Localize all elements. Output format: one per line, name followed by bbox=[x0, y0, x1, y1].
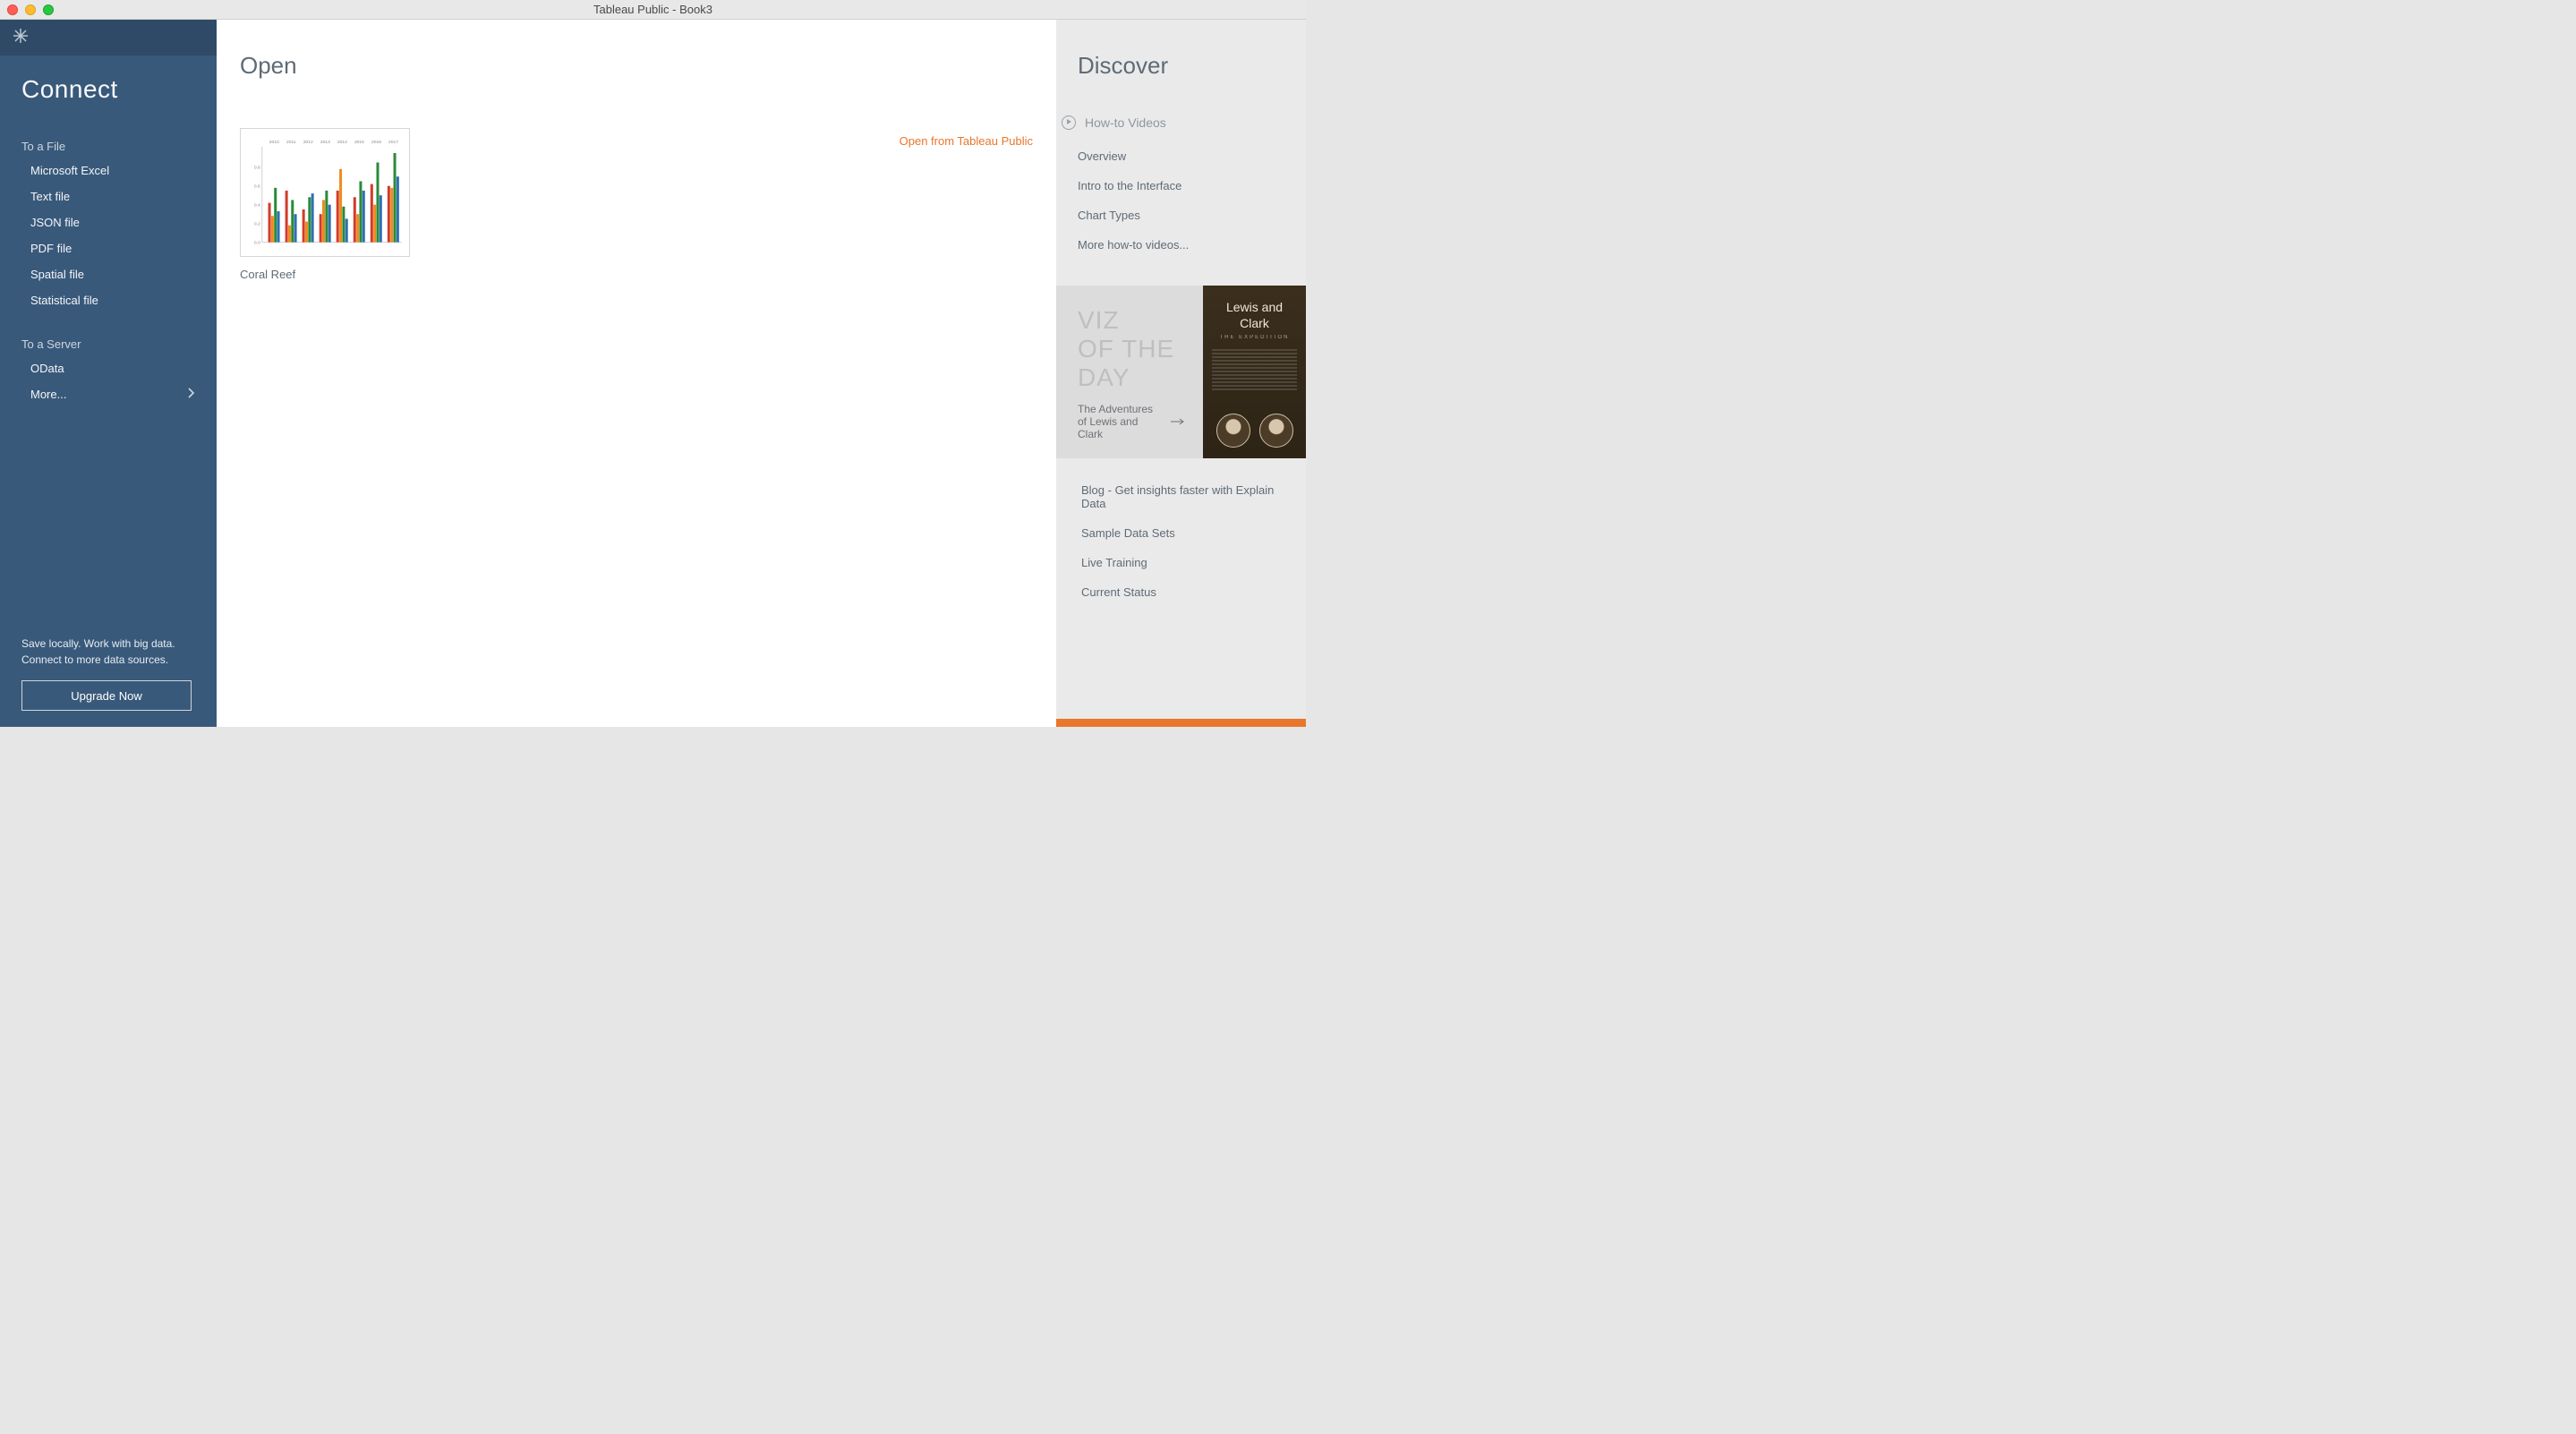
play-icon bbox=[1062, 115, 1076, 130]
footer-accent-strip bbox=[1056, 719, 1306, 727]
app-window: Tableau Public - Book3 Connect To a File… bbox=[0, 0, 1306, 727]
sidebar-content: Connect To a File Microsoft Excel Text f… bbox=[0, 55, 217, 727]
svg-text:2013: 2013 bbox=[320, 140, 330, 145]
howto-section-header: How-to Videos bbox=[1062, 115, 1284, 130]
discover-heading: Discover bbox=[1078, 52, 1284, 80]
svg-text:0.0: 0.0 bbox=[254, 241, 260, 246]
sidebar-item-statistical-file[interactable]: Statistical file bbox=[21, 294, 195, 307]
workbook-thumbnail: 2010 2011 2012 2013 2014 2015 2016 2017 0.0 0.2 0.… bbox=[240, 128, 410, 281]
sidebar-item-json-file[interactable]: JSON file bbox=[21, 216, 195, 229]
titlebar: Tableau Public - Book3 bbox=[0, 0, 1306, 20]
lower-link-sample-data[interactable]: Sample Data Sets bbox=[1081, 526, 1286, 540]
open-column: Open Open from Tableau Public 2010201120… bbox=[217, 20, 1056, 727]
votd-cover: Lewis and Clark THE EXPEDITION bbox=[1203, 286, 1306, 458]
portrait-icon bbox=[1216, 414, 1250, 448]
howto-link-chart-types[interactable]: Chart Types bbox=[1078, 209, 1284, 222]
svg-text:2011: 2011 bbox=[286, 140, 296, 145]
sidebar-item-label: JSON file bbox=[30, 216, 80, 229]
chevron-right-icon bbox=[188, 388, 195, 401]
server-section-title: To a Server bbox=[21, 337, 195, 351]
lower-link-blog[interactable]: Blog - Get insights faster with Explain … bbox=[1081, 483, 1286, 510]
main-area: Open Open from Tableau Public 2010201120… bbox=[217, 20, 1306, 727]
sidebar-item-label: Statistical file bbox=[30, 294, 98, 307]
portrait-icon bbox=[1259, 414, 1293, 448]
svg-text:2017: 2017 bbox=[388, 140, 398, 145]
lower-link-live-training[interactable]: Live Training bbox=[1081, 556, 1286, 569]
sidebar-item-excel[interactable]: Microsoft Excel bbox=[21, 164, 195, 177]
sidebar-item-text-file[interactable]: Text file bbox=[21, 190, 195, 203]
bar-chart-preview-icon: 2010 2011 2012 2013 2014 2015 2016 2017 0.0 0.2 0.… bbox=[241, 129, 409, 256]
sidebar-item-label: PDF file bbox=[30, 242, 72, 255]
svg-text:2012: 2012 bbox=[303, 140, 313, 145]
sidebar-item-label: OData bbox=[30, 362, 64, 375]
lower-link-current-status[interactable]: Current Status bbox=[1081, 585, 1286, 599]
sidebar-heading: Connect bbox=[21, 75, 195, 104]
sidebar-item-odata[interactable]: OData bbox=[21, 362, 195, 375]
window-title: Tableau Public - Book3 bbox=[0, 3, 1306, 16]
howto-links: Overview Intro to the Interface Chart Ty… bbox=[1078, 149, 1284, 252]
votd-portraits bbox=[1216, 414, 1293, 448]
upgrade-button[interactable]: Upgrade Now bbox=[21, 680, 192, 711]
votd-left: VIZ OF THE DAY The Adventures of Lewis a… bbox=[1056, 286, 1203, 458]
workbook-thumbnail-image[interactable]: 2010 2011 2012 2013 2014 2015 2016 2017 0.0 0.2 0.… bbox=[240, 128, 410, 257]
sidebar-item-spatial-file[interactable]: Spatial file bbox=[21, 268, 195, 281]
howto-title: How-to Videos bbox=[1085, 115, 1166, 130]
file-items: Microsoft Excel Text file JSON file PDF … bbox=[21, 164, 195, 307]
thumbnails: 2010 2011 2012 2013 2014 2015 2016 2017 0.0 0.2 0.… bbox=[240, 128, 1033, 281]
svg-text:0.4: 0.4 bbox=[254, 203, 260, 209]
brand-row bbox=[0, 20, 217, 55]
discover-column: Discover How-to Videos Overview Intro to… bbox=[1056, 20, 1306, 727]
open-from-public-link[interactable]: Open from Tableau Public bbox=[900, 134, 1033, 148]
svg-text:2016: 2016 bbox=[371, 140, 381, 145]
arrow-right-icon bbox=[1171, 415, 1185, 428]
server-items: OData More... bbox=[21, 362, 195, 401]
howto-link-overview[interactable]: Overview bbox=[1078, 149, 1284, 163]
votd-cover-title: Lewis and Clark bbox=[1212, 300, 1297, 331]
sidebar-item-label: More... bbox=[30, 388, 66, 401]
votd-big-text: VIZ OF THE DAY bbox=[1078, 307, 1185, 392]
sidebar-item-label: Spatial file bbox=[30, 268, 84, 281]
votd-cover-subtitle: THE EXPEDITION bbox=[1219, 335, 1289, 340]
app-body: Connect To a File Microsoft Excel Text f… bbox=[0, 20, 1306, 727]
svg-text:2014: 2014 bbox=[337, 140, 347, 145]
svg-text:0.8: 0.8 bbox=[254, 166, 260, 171]
file-section-title: To a File bbox=[21, 140, 195, 153]
viz-of-the-day-card[interactable]: VIZ OF THE DAY The Adventures of Lewis a… bbox=[1056, 286, 1306, 458]
open-heading: Open bbox=[240, 52, 1033, 80]
sidebar: Connect To a File Microsoft Excel Text f… bbox=[0, 20, 217, 727]
sidebar-item-label: Microsoft Excel bbox=[30, 164, 109, 177]
votd-subtitle: The Adventures of Lewis and Clark bbox=[1078, 403, 1185, 440]
svg-text:0.2: 0.2 bbox=[254, 222, 260, 227]
svg-text:2010: 2010 bbox=[269, 140, 279, 145]
sidebar-item-label: Text file bbox=[30, 190, 70, 203]
sidebar-item-pdf-file[interactable]: PDF file bbox=[21, 242, 195, 255]
sidebar-item-more[interactable]: More... bbox=[21, 388, 195, 401]
howto-link-more[interactable]: More how-to videos... bbox=[1078, 238, 1284, 252]
howto-link-intro-interface[interactable]: Intro to the Interface bbox=[1078, 179, 1284, 192]
votd-cover-text-lines bbox=[1212, 349, 1297, 406]
svg-text:2015: 2015 bbox=[354, 140, 364, 145]
workbook-thumbnail-caption: Coral Reef bbox=[240, 268, 410, 281]
discover-lower-links: Blog - Get insights faster with Explain … bbox=[1056, 458, 1306, 599]
upgrade-note: Save locally. Work with big data. Connec… bbox=[21, 636, 195, 668]
tableau-logo-icon bbox=[13, 28, 29, 48]
svg-text:0.6: 0.6 bbox=[254, 184, 260, 190]
